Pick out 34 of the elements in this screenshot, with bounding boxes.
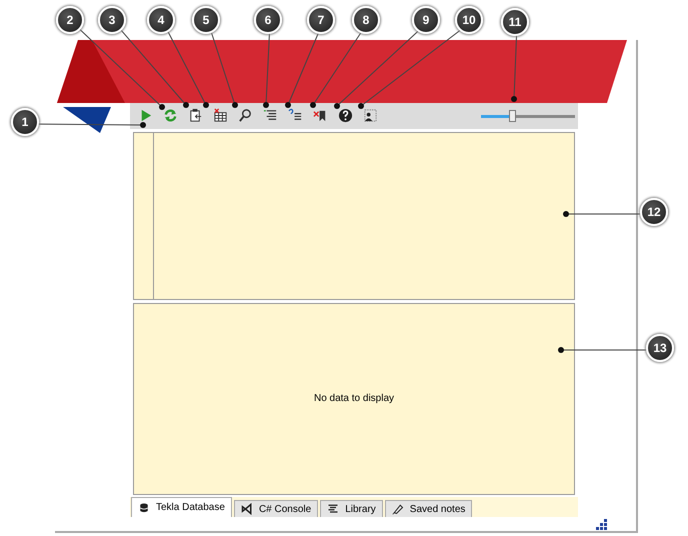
callout-number: 2 <box>56 6 84 34</box>
callout-number: 7 <box>307 6 335 34</box>
slider-thumb[interactable] <box>509 110 516 122</box>
tab[interactable]: Library <box>320 500 383 517</box>
refresh-icon <box>163 108 178 124</box>
library-icon <box>327 503 340 515</box>
zoom-slider[interactable] <box>481 110 575 122</box>
search-icon <box>238 108 253 124</box>
console-logo-icon <box>240 503 253 515</box>
callout-number: 3 <box>98 6 126 34</box>
help-icon <box>338 108 353 124</box>
callout-number: 11 <box>501 8 529 36</box>
resize-grip-icon <box>596 519 608 531</box>
callout-number: 8 <box>352 6 380 34</box>
tab[interactable]: Tekla Database <box>131 497 232 517</box>
callout-number: 5 <box>192 6 220 34</box>
callout-number: 4 <box>147 6 175 34</box>
empty-message: No data to display <box>314 392 394 406</box>
user-frame-icon <box>363 108 378 124</box>
pen-icon <box>392 503 404 515</box>
callout-number: 9 <box>412 6 440 34</box>
database-icon <box>138 502 150 514</box>
callout-number: 10 <box>455 6 483 34</box>
tab[interactable]: Saved notes <box>384 500 472 517</box>
tab[interactable]: C# Console <box>234 500 318 517</box>
logo-triangle-icon <box>63 107 111 133</box>
callout-number: 12 <box>640 198 668 226</box>
callout-number: 13 <box>646 334 674 362</box>
banner-accent <box>57 40 125 103</box>
table-delete-icon <box>213 108 228 124</box>
callout-number: 1 <box>11 108 39 136</box>
clipboard-icon <box>188 108 203 124</box>
bookmark-delete-icon <box>313 108 328 124</box>
callout-number: 6 <box>254 6 282 34</box>
